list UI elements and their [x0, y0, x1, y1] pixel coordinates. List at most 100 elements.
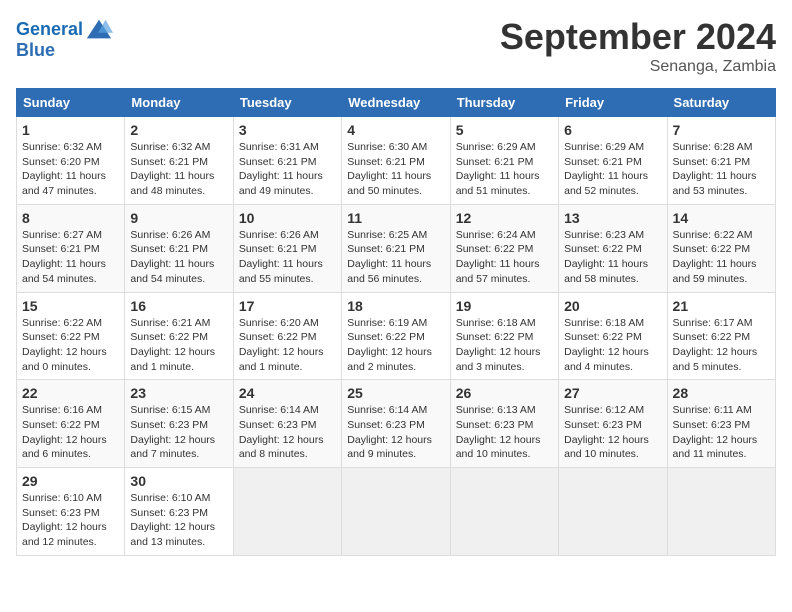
- day-number: 27: [564, 385, 661, 401]
- day-number: 1: [22, 122, 119, 138]
- day-info: Sunrise: 6:14 AMSunset: 6:23 PMDaylight:…: [239, 403, 336, 462]
- calendar-cell: 22 Sunrise: 6:16 AMSunset: 6:22 PMDayligh…: [17, 380, 125, 468]
- day-number: 22: [22, 385, 119, 401]
- day-info: Sunrise: 6:10 AMSunset: 6:23 PMDaylight:…: [22, 491, 119, 550]
- calendar-cell: 14 Sunrise: 6:22 AMSunset: 6:22 PMDayligh…: [667, 204, 775, 292]
- calendar-cell: 23 Sunrise: 6:15 AMSunset: 6:23 PMDayligh…: [125, 380, 233, 468]
- title-block: September 2024 Senanga, Zambia: [500, 16, 776, 76]
- weekday-header-saturday: Saturday: [667, 89, 775, 117]
- location-subtitle: Senanga, Zambia: [500, 58, 776, 76]
- day-info: Sunrise: 6:32 AMSunset: 6:20 PMDaylight:…: [22, 140, 119, 199]
- calendar-cell: 15 Sunrise: 6:22 AMSunset: 6:22 PMDayligh…: [17, 292, 125, 380]
- calendar-cell: 3 Sunrise: 6:31 AMSunset: 6:21 PMDaylight…: [233, 117, 341, 205]
- day-number: 26: [456, 385, 553, 401]
- calendar-cell: 24 Sunrise: 6:14 AMSunset: 6:23 PMDayligh…: [233, 380, 341, 468]
- calendar-cell: [233, 468, 341, 556]
- day-info: Sunrise: 6:11 AMSunset: 6:23 PMDaylight:…: [673, 403, 770, 462]
- day-number: 11: [347, 210, 444, 226]
- day-number: 16: [130, 298, 227, 314]
- calendar-cell: 16 Sunrise: 6:21 AMSunset: 6:22 PMDayligh…: [125, 292, 233, 380]
- calendar-cell: 1 Sunrise: 6:32 AMSunset: 6:20 PMDaylight…: [17, 117, 125, 205]
- calendar-cell: 29 Sunrise: 6:10 AMSunset: 6:23 PMDayligh…: [17, 468, 125, 556]
- day-info: Sunrise: 6:16 AMSunset: 6:22 PMDaylight:…: [22, 403, 119, 462]
- day-number: 25: [347, 385, 444, 401]
- calendar-cell: 19 Sunrise: 6:18 AMSunset: 6:22 PMDayligh…: [450, 292, 558, 380]
- calendar-cell: 27 Sunrise: 6:12 AMSunset: 6:23 PMDayligh…: [559, 380, 667, 468]
- calendar-cell: 5 Sunrise: 6:29 AMSunset: 6:21 PMDaylight…: [450, 117, 558, 205]
- day-info: Sunrise: 6:13 AMSunset: 6:23 PMDaylight:…: [456, 403, 553, 462]
- day-info: Sunrise: 6:15 AMSunset: 6:23 PMDaylight:…: [130, 403, 227, 462]
- weekday-header-sunday: Sunday: [17, 89, 125, 117]
- calendar-cell: 20 Sunrise: 6:18 AMSunset: 6:22 PMDayligh…: [559, 292, 667, 380]
- day-number: 19: [456, 298, 553, 314]
- calendar-cell: 10 Sunrise: 6:26 AMSunset: 6:21 PMDayligh…: [233, 204, 341, 292]
- day-number: 4: [347, 122, 444, 138]
- day-number: 5: [456, 122, 553, 138]
- calendar-week-row: 15 Sunrise: 6:22 AMSunset: 6:22 PMDayligh…: [17, 292, 776, 380]
- day-info: Sunrise: 6:32 AMSunset: 6:21 PMDaylight:…: [130, 140, 227, 199]
- calendar-cell: [559, 468, 667, 556]
- day-number: 30: [130, 473, 227, 489]
- month-title: September 2024: [500, 16, 776, 58]
- weekday-header-monday: Monday: [125, 89, 233, 117]
- day-number: 15: [22, 298, 119, 314]
- calendar-cell: 9Sunrise: 6:26 AMSunset: 6:21 PMDaylight…: [125, 204, 233, 292]
- day-number: 14: [673, 210, 770, 226]
- weekday-header-thursday: Thursday: [450, 89, 558, 117]
- day-number: 18: [347, 298, 444, 314]
- day-number: 20: [564, 298, 661, 314]
- day-number: 23: [130, 385, 227, 401]
- calendar-cell: [667, 468, 775, 556]
- day-number: 8: [22, 210, 119, 226]
- day-info: Sunrise: 6:30 AMSunset: 6:21 PMDaylight:…: [347, 140, 444, 199]
- calendar-cell: [450, 468, 558, 556]
- calendar-cell: 12 Sunrise: 6:24 AMSunset: 6:22 PMDayligh…: [450, 204, 558, 292]
- weekday-header-wednesday: Wednesday: [342, 89, 450, 117]
- day-number: 24: [239, 385, 336, 401]
- weekday-header-tuesday: Tuesday: [233, 89, 341, 117]
- day-info: Sunrise: 6:18 AMSunset: 6:22 PMDaylight:…: [564, 316, 661, 375]
- day-number: 17: [239, 298, 336, 314]
- day-info: Sunrise: 6:28 AMSunset: 6:21 PMDaylight:…: [673, 140, 770, 199]
- day-info: Sunrise: 6:17 AMSunset: 6:22 PMDaylight:…: [673, 316, 770, 375]
- calendar-cell: 26 Sunrise: 6:13 AMSunset: 6:23 PMDayligh…: [450, 380, 558, 468]
- day-info: Sunrise: 6:29 AMSunset: 6:21 PMDaylight:…: [456, 140, 553, 199]
- day-info: Sunrise: 6:20 AMSunset: 6:22 PMDaylight:…: [239, 316, 336, 375]
- day-info: Sunrise: 6:26 AMSunset: 6:21 PMDaylight:…: [239, 228, 336, 287]
- day-number: 13: [564, 210, 661, 226]
- day-number: 9: [130, 210, 227, 226]
- day-number: 3: [239, 122, 336, 138]
- calendar-cell: 28 Sunrise: 6:11 AMSunset: 6:23 PMDayligh…: [667, 380, 775, 468]
- page-header: General Blue September 2024 Senanga, Zam…: [16, 16, 776, 76]
- day-info: Sunrise: 6:24 AMSunset: 6:22 PMDaylight:…: [456, 228, 553, 287]
- calendar-cell: 11 Sunrise: 6:25 AMSunset: 6:21 PMDayligh…: [342, 204, 450, 292]
- day-number: 28: [673, 385, 770, 401]
- day-number: 2: [130, 122, 227, 138]
- day-info: Sunrise: 6:31 AMSunset: 6:21 PMDaylight:…: [239, 140, 336, 199]
- day-info: Sunrise: 6:22 AMSunset: 6:22 PMDaylight:…: [22, 316, 119, 375]
- logo: General Blue: [16, 16, 113, 61]
- calendar-cell: 21Sunrise: 6:17 AMSunset: 6:22 PMDayligh…: [667, 292, 775, 380]
- calendar-cell: 4 Sunrise: 6:30 AMSunset: 6:21 PMDaylight…: [342, 117, 450, 205]
- day-info: Sunrise: 6:27 AMSunset: 6:21 PMDaylight:…: [22, 228, 119, 287]
- day-info: Sunrise: 6:18 AMSunset: 6:22 PMDaylight:…: [456, 316, 553, 375]
- day-number: 10: [239, 210, 336, 226]
- day-info: Sunrise: 6:12 AMSunset: 6:23 PMDaylight:…: [564, 403, 661, 462]
- day-number: 29: [22, 473, 119, 489]
- calendar-cell: [342, 468, 450, 556]
- calendar-week-row: 8 Sunrise: 6:27 AMSunset: 6:21 PMDaylight…: [17, 204, 776, 292]
- weekday-header-friday: Friday: [559, 89, 667, 117]
- day-info: Sunrise: 6:25 AMSunset: 6:21 PMDaylight:…: [347, 228, 444, 287]
- calendar-cell: 2 Sunrise: 6:32 AMSunset: 6:21 PMDaylight…: [125, 117, 233, 205]
- day-number: 12: [456, 210, 553, 226]
- day-info: Sunrise: 6:10 AMSunset: 6:23 PMDaylight:…: [130, 491, 227, 550]
- day-info: Sunrise: 6:19 AMSunset: 6:22 PMDaylight:…: [347, 316, 444, 375]
- day-info: Sunrise: 6:22 AMSunset: 6:22 PMDaylight:…: [673, 228, 770, 287]
- calendar-cell: 7Sunrise: 6:28 AMSunset: 6:21 PMDaylight…: [667, 117, 775, 205]
- day-info: Sunrise: 6:21 AMSunset: 6:22 PMDaylight:…: [130, 316, 227, 375]
- calendar-cell: 8 Sunrise: 6:27 AMSunset: 6:21 PMDaylight…: [17, 204, 125, 292]
- logo-text: General: [16, 20, 83, 40]
- calendar-cell: 17 Sunrise: 6:20 AMSunset: 6:22 PMDayligh…: [233, 292, 341, 380]
- calendar-week-row: 29 Sunrise: 6:10 AMSunset: 6:23 PMDayligh…: [17, 468, 776, 556]
- calendar-table: SundayMondayTuesdayWednesdayThursdayFrid…: [16, 88, 776, 556]
